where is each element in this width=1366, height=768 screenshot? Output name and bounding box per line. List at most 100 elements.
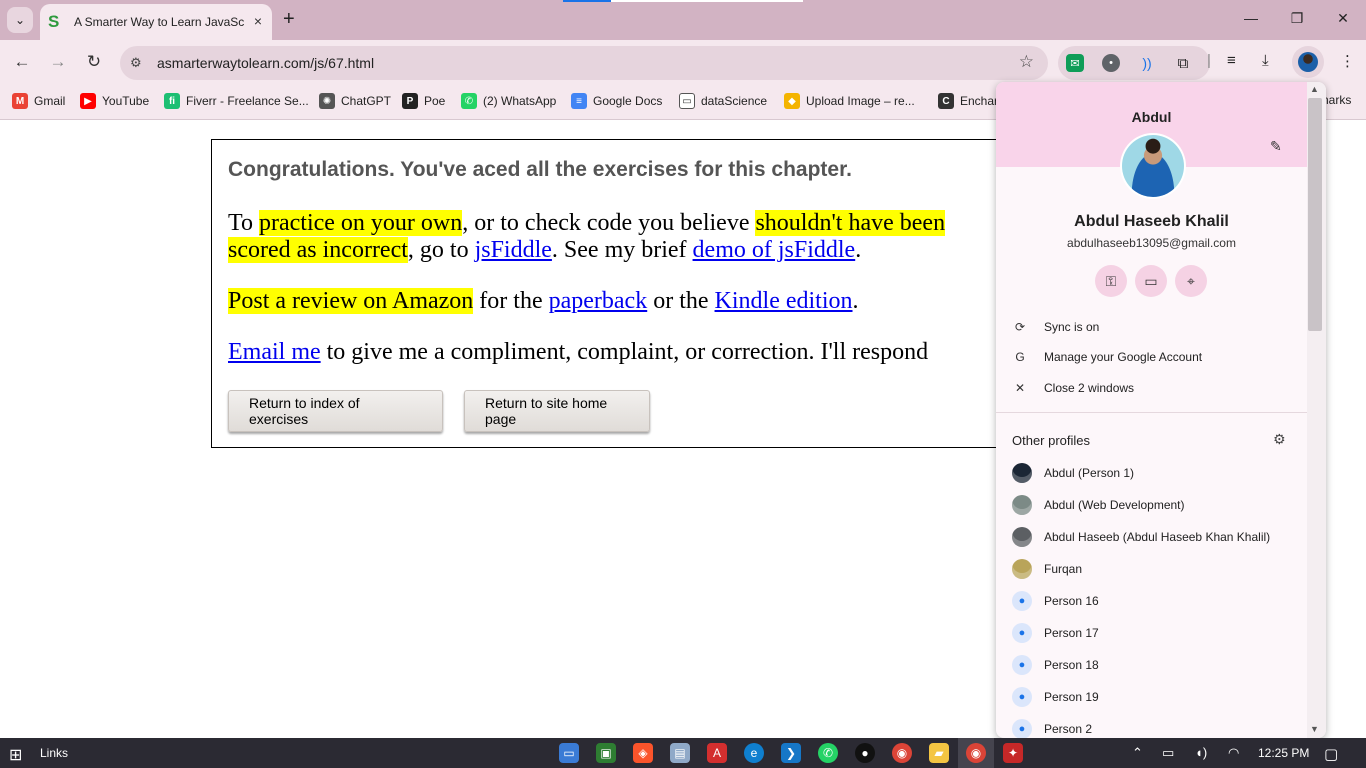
location-icon[interactable]: ⌖ [1175,265,1207,297]
tab-search-button[interactable]: ⌄ [7,7,33,33]
extensions-puzzle-icon[interactable]: ⧉ [1174,54,1192,72]
profile-list-item[interactable]: ● Person 17 [1012,622,1099,644]
close-window-button[interactable]: ✕ [1320,10,1366,27]
new-tab-button[interactable]: + [283,9,295,29]
links-toolbar-label[interactable]: Links [40,746,68,760]
github-icon[interactable]: ● [855,743,875,763]
active-tab[interactable]: S A Smarter Way to Learn JavaScript × [40,4,272,40]
bookmark-item[interactable]: ◆ Upload Image – re... [784,93,915,109]
avatar [1012,463,1032,483]
windows-start-icon[interactable]: ⊞ [9,745,22,765]
profile-list-item[interactable]: Abdul (Web Development) [1012,494,1185,516]
person-icon: ● [1012,591,1032,611]
whatsapp-icon[interactable]: ✆ [818,743,838,763]
bookmark-item[interactable]: M Gmail [12,93,65,109]
profile-menu-scrollbar[interactable]: ▲ ▼ [1307,82,1326,738]
bookmark-item[interactable]: ≡ Google Docs [571,93,662,109]
notifications-icon[interactable]: ▢ [1324,745,1338,763]
app-icon[interactable]: ✦ [1003,743,1023,763]
tray-chevron-icon[interactable]: ⌃ [1132,745,1143,761]
text: . [855,237,862,263]
download-icon[interactable]: ⤓ [1262,52,1269,69]
toolbar-divider: | [1207,52,1211,69]
review-paragraph: Post a review on Amazon for the paperbac… [228,288,859,315]
back-arrow-icon[interactable]: ← [11,52,33,72]
edge-icon[interactable]: e [744,743,764,763]
brave-icon[interactable]: ◈ [633,743,653,763]
extension-bot-icon[interactable]: • [1102,54,1120,72]
profile-full-name: Abdul Haseeb Khalil [1074,213,1229,230]
menu-kebab-icon[interactable]: ⋮ [1340,52,1355,70]
bookmark-item[interactable]: ▶ YouTube [80,93,149,109]
profile-list-item[interactable]: ● Person 16 [1012,590,1099,612]
url-text[interactable]: asmarterwaytolearn.com/js/67.html [157,55,374,71]
all-bookmarks-label[interactable]: narks [1322,93,1351,107]
email-me-link[interactable]: Email me [228,339,321,365]
profile-list-item[interactable]: Furqan [1012,558,1082,580]
notepad-icon[interactable]: ▤ [670,743,690,763]
chrome-icon[interactable]: ◉ [892,743,912,763]
text: or the [647,288,715,314]
jsfiddle-link[interactable]: jsFiddle [475,237,552,263]
reading-list-icon[interactable]: ≡ [1227,52,1236,69]
profile-name: Person 16 [1044,594,1099,608]
gear-icon[interactable]: ⚙ [1273,431,1286,448]
tab-close-icon[interactable]: × [254,13,262,29]
key-icon[interactable]: ⚿ [1095,265,1127,297]
bookmark-star-icon[interactable]: ☆ [1019,52,1034,72]
reload-icon[interactable]: ↻ [83,52,105,72]
acrobat-icon[interactable]: A [707,743,727,763]
paperback-link[interactable]: paperback [549,288,648,314]
highlight-text: scored as incorrect [228,237,408,263]
photos-icon[interactable]: ▣ [596,743,616,763]
wifi-icon[interactable]: ◠ [1228,745,1239,761]
battery-icon[interactable]: ▭ [1162,745,1174,761]
profile-list-item[interactable]: ● Person 2 [1012,718,1092,738]
desktop-icon[interactable]: ▭ [559,743,579,763]
minimize-button[interactable]: — [1228,10,1274,26]
bookmark-label: YouTube [102,94,150,108]
vscode-icon[interactable]: ❯ [781,743,801,763]
profile-list-item[interactable]: Abdul Haseeb (Abdul Haseeb Khan Khalil) [1012,526,1270,548]
person-icon: ● [1012,687,1032,707]
card-icon[interactable]: ▭ [1135,265,1167,297]
text: , or to check code you believe [462,210,756,236]
volume-icon[interactable]: ◖) [1195,745,1207,760]
manage-account-item[interactable]: G Manage your Google Account [1012,347,1202,367]
restore-button[interactable]: ❐ [1274,10,1320,27]
chrome-active-icon[interactable]: ◉ [966,743,986,763]
bookmark-label: Google Docs [593,94,663,108]
profile-list-item[interactable]: ● Person 19 [1012,686,1099,708]
jsfiddle-demo-link[interactable]: demo of jsFiddle [693,237,856,263]
profile-name: Abdul (Web Development) [1044,498,1185,512]
bookmark-favicon-icon: ▭ [679,93,695,109]
profile-list-item[interactable]: ● Person 18 [1012,654,1099,676]
address-bar[interactable]: ⚙ asmarterwaytolearn.com/js/67.html ☆ [120,46,1048,80]
menu-item-label: Sync is on [1044,320,1100,334]
bookmark-item[interactable]: fi Fiverr - Freelance Se... [164,93,309,109]
extension-audio-icon[interactable]: )) [1138,54,1156,72]
site-info-icon[interactable]: ⚙ [130,55,142,71]
bookmark-item[interactable]: C Enchar [938,93,998,109]
edit-pencil-icon[interactable]: ✎ [1270,138,1282,155]
clock[interactable]: 12:25 PM [1258,746,1309,760]
scroll-thumb[interactable] [1308,98,1322,331]
bookmark-label: Fiverr - Freelance Se... [186,94,309,108]
file-explorer-icon[interactable]: ▰ [929,743,949,763]
sync-item[interactable]: ⟳ Sync is on [1012,317,1099,337]
bookmark-item[interactable]: ✺ ChatGPT [319,93,391,109]
forward-arrow-icon[interactable]: → [47,52,69,72]
return-index-button[interactable]: Return to index of exercises [228,390,443,432]
kindle-link[interactable]: Kindle edition [715,288,853,314]
scroll-down-icon[interactable]: ▼ [1310,724,1319,734]
close-windows-item[interactable]: ✕ Close 2 windows [1012,378,1134,398]
scroll-up-icon[interactable]: ▲ [1310,84,1319,94]
bookmark-item[interactable]: P Poe [402,93,445,109]
bookmark-item[interactable]: ✆ (2) WhatsApp [461,93,556,109]
tab-indicator [563,0,611,2]
profile-list-item[interactable]: Abdul (Person 1) [1012,462,1134,484]
return-home-button[interactable]: Return to site home page [464,390,650,432]
profile-avatar-button[interactable] [1292,46,1324,78]
bookmark-item[interactable]: ▭ dataScience [679,93,767,109]
extension-mail-icon[interactable]: ✉ [1066,54,1084,72]
